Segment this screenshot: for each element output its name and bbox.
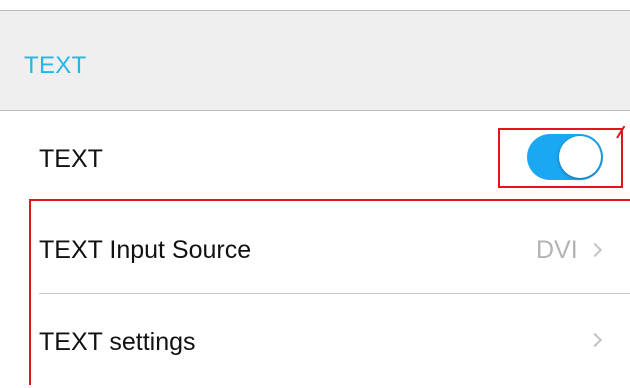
top-band <box>0 0 630 11</box>
annotation-highlight-toggle <box>498 128 623 188</box>
section-title: TEXT <box>24 52 87 79</box>
annotation-highlight-rows <box>29 199 630 385</box>
section-header: TEXT <box>0 11 630 111</box>
setting-row-label: TEXT <box>39 145 103 173</box>
